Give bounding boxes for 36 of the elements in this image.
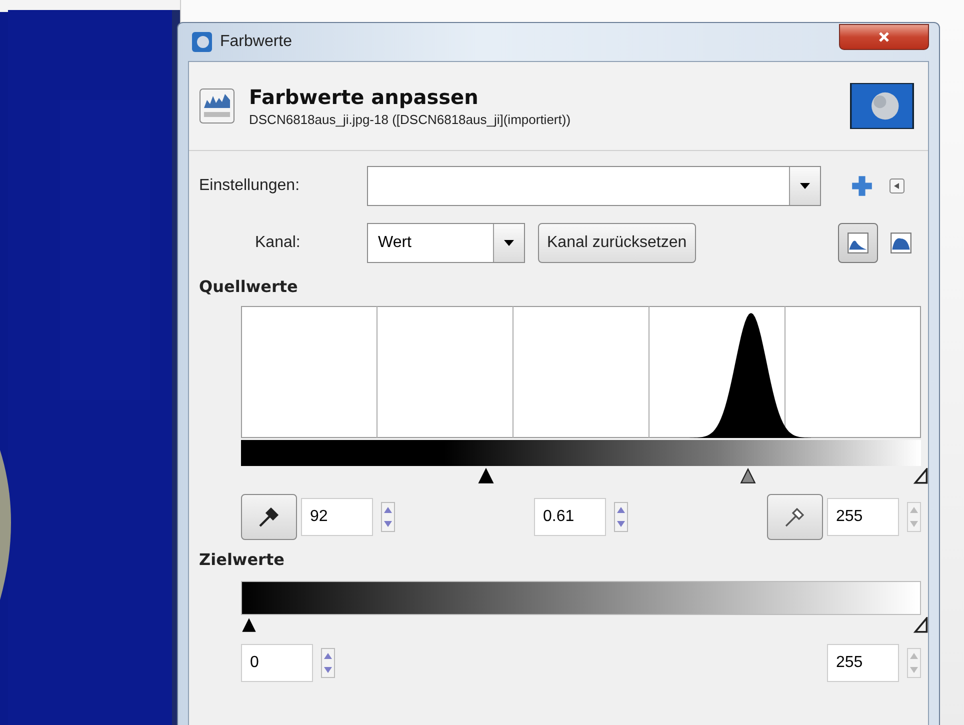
section-heading: Quellwerte	[199, 277, 298, 296]
slider-handle[interactable]	[241, 617, 257, 633]
dropdown-icon	[504, 240, 514, 246]
eyedropper-button[interactable]	[241, 494, 297, 540]
slider-handle[interactable]	[478, 468, 494, 484]
app-icon	[192, 32, 212, 52]
eyedropper-icon	[257, 505, 281, 529]
dropdown-icon	[800, 183, 810, 189]
section-heading: Zielwerte	[199, 550, 284, 569]
spin-arrows-icon[interactable]	[614, 502, 628, 532]
slider-handle[interactable]	[740, 468, 756, 484]
channel-combo[interactable]: Wert	[367, 223, 525, 263]
close-icon	[878, 31, 890, 43]
low-output-spinbox[interactable]: 0	[241, 644, 313, 682]
histogram-icon	[890, 232, 912, 254]
image-name: DSCN6818aus_ji.jpg-18 ([DSCN6818aus_ji](importiert))	[249, 112, 572, 127]
histogram-icon	[847, 232, 869, 254]
reset-channel-button[interactable]: Kanal zurücksetzen	[538, 223, 696, 263]
high-output-spinbox[interactable]: 255	[827, 644, 899, 682]
spin-arrows-icon[interactable]	[321, 648, 335, 678]
slider-handle[interactable]	[913, 468, 928, 484]
add-icon[interactable]	[851, 175, 873, 197]
presets-combo[interactable]	[367, 166, 821, 206]
channel-label: Kanal:	[254, 234, 302, 252]
slider-handle[interactable]	[913, 617, 928, 633]
presets-label: Einstellungen:	[199, 177, 301, 195]
gamma-spinbox[interactable]: 0.61	[534, 498, 606, 536]
dialog-heading: Farbwerte anpassen	[249, 85, 480, 109]
histogram-mode-button[interactable]	[838, 223, 878, 263]
window-title: Farbwerte	[220, 33, 292, 51]
low-input-spinbox[interactable]: 92	[301, 498, 373, 536]
close-button[interactable]	[839, 24, 929, 50]
high-input-spinbox[interactable]: 255	[827, 498, 899, 536]
histogram-icon	[199, 88, 235, 124]
spin-arrows-icon[interactable]	[381, 502, 395, 532]
eyedropper-icon	[783, 505, 807, 529]
